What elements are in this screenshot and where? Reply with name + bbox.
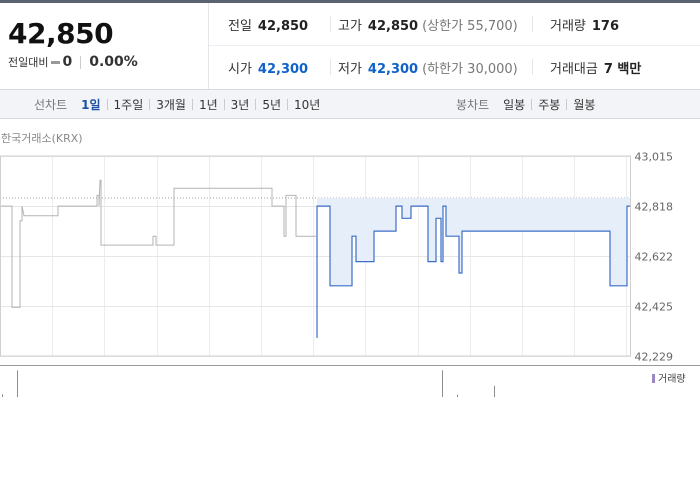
tab-weekly[interactable]: 주봉: [538, 96, 560, 113]
candle-chart-title: 봉차트: [456, 97, 490, 112]
stat-prev-close: 전일 42,850: [228, 19, 309, 34]
tab-monthly[interactable]: 월봉: [573, 96, 595, 113]
y-tick-label: 42,425: [635, 301, 674, 314]
divider: [80, 55, 82, 69]
line-chart-title: 선차트: [34, 97, 68, 112]
divider: [532, 16, 533, 32]
data-source: 한국거래소(KRX): [1, 132, 83, 145]
change-value: 0: [62, 54, 73, 70]
stat-low: 저가 42,300 (하한가 30,000): [338, 62, 518, 77]
y-tick-label: 42,818: [635, 201, 674, 214]
tab-10y[interactable]: 10년: [294, 96, 320, 113]
stats-divider: [209, 45, 700, 46]
change-row: 전일대비 0 0.00%: [8, 54, 138, 70]
change-label: 전일대비: [8, 56, 49, 69]
line-chart-tabs: 선차트 1일 1주일 3개월 1년 3년 5년 10년: [34, 90, 320, 118]
volume-legend-swatch: [652, 374, 655, 383]
candle-chart-tabs: 봉차트 일봉 주봉 월봉: [456, 90, 595, 118]
divider: [330, 59, 331, 75]
tab-1y[interactable]: 1년: [199, 96, 218, 113]
stat-open: 시가 42,300: [228, 62, 309, 77]
price-chart: 43,015 42,818 42,622 42,425 42,229 거래량: [0, 151, 700, 397]
volume-legend-label: 거래량: [658, 373, 686, 385]
y-tick-label: 43,015: [635, 151, 674, 164]
tab-1w[interactable]: 1주일: [114, 96, 144, 113]
tab-5y[interactable]: 5년: [262, 96, 281, 113]
change-rate: 0.00%: [89, 54, 138, 70]
current-price: 42,850: [8, 17, 114, 50]
price-box: 42,850 전일대비 0 0.00%: [0, 3, 209, 89]
divider: [330, 16, 331, 32]
chart-period-tabs: 선차트 1일 1주일 3개월 1년 3년 5년 10년 봉차트 일봉 주봉 월봉: [0, 90, 700, 119]
stat-volume: 거래량 176: [550, 19, 620, 34]
tab-3y[interactable]: 3년: [231, 96, 250, 113]
divider: [532, 59, 533, 75]
quote-summary: 42,850 전일대비 0 0.00% 전일 42,850 고가 42,850 (상한…: [0, 3, 700, 90]
stat-high: 고가 42,850 (상한가 55,700): [338, 19, 518, 34]
y-tick-label: 42,622: [635, 251, 674, 264]
tab-3m[interactable]: 3개월: [156, 96, 186, 113]
series-today-area: [317, 198, 630, 338]
unchanged-icon: [51, 60, 61, 64]
tab-1d[interactable]: 1일: [81, 96, 100, 113]
y-tick-label: 42,229: [635, 351, 674, 364]
tab-daily[interactable]: 일봉: [503, 96, 525, 113]
stat-trade-value: 거래대금 7 백만: [550, 62, 642, 77]
